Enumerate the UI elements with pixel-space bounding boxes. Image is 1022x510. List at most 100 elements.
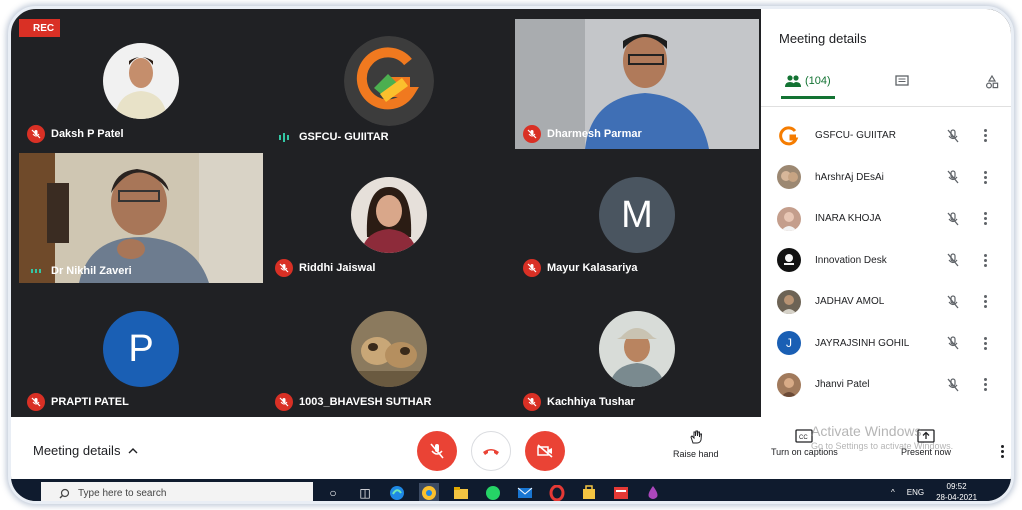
video-tile[interactable]: Riddhi Jaiswal — [267, 153, 511, 283]
taskbar-search-box[interactable]: Type here to search — [41, 482, 313, 501]
panel-title: Meeting details — [779, 31, 867, 46]
edge-icon[interactable] — [387, 483, 407, 501]
mail-icon[interactable] — [515, 483, 535, 501]
person-photo-icon — [351, 177, 427, 254]
participant-avatar-letter: M — [599, 177, 675, 254]
camera-toggle-button[interactable] — [525, 431, 565, 471]
svg-text:CC: CC — [799, 435, 808, 441]
shapes-icon — [985, 75, 999, 89]
video-tile[interactable]: Dharmesh Parmar — [515, 19, 759, 149]
participant-name: hArshrAj DEsAi — [815, 171, 884, 183]
more-options-icon[interactable] — [979, 377, 991, 393]
more-options-icon[interactable] — [979, 211, 991, 227]
video-tile[interactable]: Daksh P Patel REC — [19, 19, 263, 149]
participant-name-tag: Daksh P Patel — [27, 125, 124, 143]
participant-row[interactable]: Innovation Desk — [761, 240, 1011, 282]
windows-taskbar: Type here to search ○ ◫ ^ ENG 09:52 28-0… — [11, 479, 1011, 501]
participant-avatar — [777, 165, 801, 190]
speaking-indicator-icon — [275, 132, 293, 142]
participant-avatar — [777, 372, 801, 397]
more-options-icon[interactable] — [979, 335, 991, 351]
raise-hand-label: Raise hand — [673, 449, 719, 459]
mic-off-icon — [430, 443, 444, 459]
participant-name: Riddhi Jaiswal — [299, 262, 376, 274]
recording-badge: REC — [19, 19, 61, 37]
video-tile[interactable]: 1003_BHAVESH SUTHAR — [267, 287, 511, 417]
participant-avatar — [344, 36, 434, 127]
app-drop-icon[interactable] — [643, 483, 663, 501]
more-options-icon[interactable] — [1001, 445, 1004, 458]
participant-name-tag: PRAPTI PATEL — [27, 393, 129, 411]
opera-icon[interactable] — [547, 483, 567, 501]
more-options-icon[interactable] — [979, 294, 991, 310]
store-icon[interactable] — [579, 483, 599, 501]
participant-row[interactable]: J JAYRAJSINH GOHIL — [761, 323, 1011, 365]
gsfcu-logo-icon — [344, 36, 434, 127]
clock[interactable]: 09:52 28-04-2021 — [936, 481, 977, 501]
language-indicator[interactable]: ENG — [907, 488, 924, 497]
whatsapp-icon[interactable] — [483, 483, 503, 501]
chevron-up-icon[interactable]: ^ — [891, 488, 895, 497]
more-options-icon[interactable] — [979, 128, 991, 144]
mic-off-icon — [523, 125, 541, 143]
tab-activities[interactable] — [985, 75, 999, 89]
task-view-icon[interactable]: ◫ — [355, 483, 375, 501]
tab-chat[interactable] — [895, 75, 909, 87]
video-tile[interactable]: P PRAPTI PATEL — [19, 287, 263, 417]
mic-off-icon — [523, 393, 541, 411]
participant-avatar-letter: J — [777, 331, 801, 356]
participant-row[interactable]: JADHAV AMOL — [761, 281, 1011, 323]
participant-row[interactable]: hArshrAj DEsAi — [761, 157, 1011, 199]
leave-call-button[interactable] — [471, 431, 511, 471]
people-icon — [785, 75, 801, 87]
activate-windows-subtitle: Go to Settings to activate Windows. — [811, 441, 954, 451]
mic-off-icon — [947, 253, 959, 267]
video-tile[interactable]: Dr Nikhil Zaveri — [19, 153, 263, 283]
chevron-up-icon — [128, 448, 138, 454]
raise-hand-button[interactable]: Raise hand — [673, 429, 719, 459]
video-tile[interactable]: M Mayur Kalasariya — [515, 153, 759, 283]
person-photo-icon — [781, 294, 797, 314]
participant-name: 1003_BHAVESH SUTHAR — [299, 396, 432, 408]
participant-row[interactable]: GSFCU- GUIITAR — [761, 115, 1011, 157]
mic-off-icon — [947, 212, 959, 226]
participant-name-tag: Riddhi Jaiswal — [275, 259, 375, 277]
mic-off-icon — [523, 259, 541, 277]
person-photo-icon — [781, 377, 797, 397]
search-placeholder: Type here to search — [78, 487, 167, 499]
people-count: (104) — [805, 75, 831, 87]
video-tile[interactable]: Kachhiya Tushar — [515, 287, 759, 417]
participant-name: Mayur Kalasariya — [547, 262, 638, 274]
mic-toggle-button[interactable] — [417, 431, 457, 471]
participant-row[interactable]: INARA KHOJA — [761, 198, 1011, 240]
tab-people[interactable]: (104) — [781, 75, 835, 99]
participant-name-tag: 1003_BHAVESH SUTHAR — [275, 393, 431, 411]
participant-name: GSFCU- GUIITAR — [815, 130, 896, 142]
meeting-details-panel: Meeting details (104) GSFCU- GUIITAR hAr… — [761, 9, 1011, 417]
mic-off-icon — [275, 259, 293, 277]
meeting-details-button[interactable]: Meeting details — [33, 443, 138, 458]
participant-row[interactable]: Jhanvi Patel — [761, 364, 1011, 406]
cortana-icon[interactable]: ○ — [323, 483, 343, 501]
mic-off-icon — [947, 295, 959, 309]
puppies-photo-icon — [351, 311, 427, 388]
participant-avatar — [351, 311, 427, 388]
participant-name: Dr Nikhil Zaveri — [51, 265, 132, 277]
system-tray: ^ ENG 09:52 28-04-2021 — [891, 481, 977, 501]
chrome-icon[interactable] — [419, 483, 439, 501]
video-tile[interactable]: GSFCU- GUIITAR — [267, 19, 511, 149]
participant-name-tag: GSFCU- GUIITAR — [275, 131, 389, 143]
hang-up-icon — [483, 449, 499, 455]
participant-avatar — [777, 289, 801, 314]
participant-avatar — [777, 206, 801, 231]
mic-off-icon — [947, 336, 959, 350]
participant-avatar-letter: P — [103, 311, 179, 388]
app-icon[interactable] — [611, 483, 631, 501]
more-options-icon[interactable] — [979, 252, 991, 268]
file-explorer-icon[interactable] — [451, 483, 471, 501]
mic-off-icon — [947, 170, 959, 184]
participant-avatar — [351, 177, 427, 254]
participant-name: Jhanvi Patel — [815, 379, 870, 391]
search-icon — [59, 488, 70, 498]
more-options-icon[interactable] — [979, 169, 991, 185]
